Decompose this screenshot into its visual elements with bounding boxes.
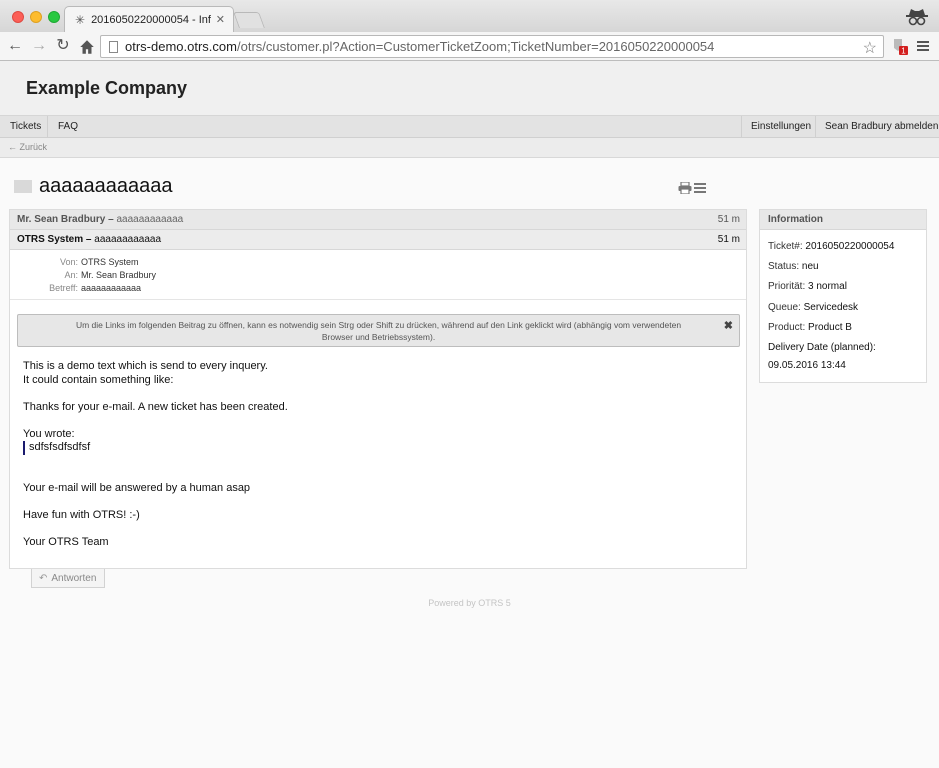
meta-from-value: OTRS System	[81, 257, 139, 267]
nav-divider	[815, 116, 816, 138]
body-line: Your OTRS Team	[23, 536, 109, 548]
browser-tab[interactable]: ✳ 2016050220000054 - Inf ✕	[64, 6, 234, 32]
notice-close-icon[interactable]: ✖	[724, 320, 733, 332]
browser-toolbar: ← → ↻ otrs-demo.otrs.com/otrs/customer.p…	[0, 32, 939, 61]
body-line: Have fun with OTRS! :-)	[23, 509, 140, 521]
body-line: You wrote:	[23, 427, 75, 440]
new-tab-button[interactable]	[233, 12, 265, 28]
powered-by-footer: Powered by OTRS 5	[428, 598, 511, 608]
body-line: Your e-mail will be answered by a human …	[23, 482, 251, 494]
main-navigation: Tickets FAQ Einstellungen Sean Bradbury …	[0, 115, 939, 138]
back-bar: ← Zurück	[0, 138, 939, 158]
nav-logout[interactable]: Sean Bradbury abmelden	[825, 116, 938, 138]
notice-text-line2: Browser und Betriebssystem).	[321, 332, 436, 342]
tab-close-icon[interactable]: ✕	[216, 13, 225, 26]
info-priority: Priorität: 3 normal	[768, 281, 847, 292]
reply-button[interactable]: ↶ Antworten	[31, 569, 105, 588]
company-name: Example Company	[26, 78, 188, 98]
browser-menu-icon[interactable]	[917, 40, 929, 52]
body-line: It could contain something like:	[23, 373, 174, 386]
notice-text-line1: Um die Links im folgenden Beitrag zu öff…	[75, 320, 682, 330]
page-header: Example Company	[0, 61, 939, 115]
otrs-favicon-icon: ✳	[75, 12, 86, 27]
maximize-window-button[interactable]	[48, 11, 60, 23]
meta-to-label: An:	[64, 270, 78, 280]
info-status: Status: neu	[768, 261, 819, 272]
ticket-state-indicator	[14, 180, 32, 193]
reload-icon[interactable]: ↻	[54, 37, 72, 55]
page-info-icon[interactable]	[109, 40, 118, 53]
body-line: This is a demo text which is send to eve…	[23, 360, 268, 372]
article-list-icon[interactable]	[694, 183, 706, 193]
extension-shield-icon[interactable]: 1	[892, 37, 908, 55]
nav-tickets[interactable]: Tickets	[10, 116, 41, 138]
articles-panel: Mr. Sean Bradbury – aaaaaaaaaaaa 51 m OT…	[9, 209, 747, 569]
tab-title: 2016050220000054 - Inf	[91, 13, 211, 26]
address-bar[interactable]: otrs-demo.otrs.com/otrs/customer.pl?Acti…	[100, 35, 884, 58]
article-subject: aaaaaaaaaaaa	[116, 214, 184, 225]
nav-faq[interactable]: FAQ	[58, 116, 78, 138]
meta-to-value: Mr. Sean Bradbury	[81, 270, 157, 280]
quoted-text: sdfsfsdfsdfsf	[23, 441, 90, 455]
meta-from-label: Von:	[59, 257, 78, 267]
article-row[interactable]: Mr. Sean Bradbury – aaaaaaaaaaaa 51 m	[10, 210, 746, 230]
url-text: otrs-demo.otrs.com/otrs/customer.pl?Acti…	[125, 39, 715, 54]
info-delivery-label: Delivery Date (planned):	[768, 342, 876, 353]
incognito-icon	[906, 9, 928, 26]
browser-titlebar: ✳ 2016050220000054 - Inf ✕	[0, 0, 939, 32]
ticket-information-panel: Information Ticket#: 2016050220000054 St…	[759, 209, 927, 383]
close-window-button[interactable]	[12, 11, 24, 23]
info-product: Product: Product B	[768, 322, 852, 333]
article-from: OTRS System – aaaaaaaaaaaa	[17, 234, 162, 245]
minimize-window-button[interactable]	[30, 11, 42, 23]
extension-badge: 1	[901, 47, 906, 56]
article-row-selected[interactable]: OTRS System – aaaaaaaaaaaa 51 m	[10, 230, 746, 250]
meta-subject-label: Betreff:	[49, 283, 78, 293]
nav-divider	[47, 116, 48, 138]
reply-arrow-icon: ↶	[39, 572, 48, 584]
ticket-title: aaaaaaaaaaaa	[39, 175, 173, 197]
link-notice: Um die Links im folgenden Beitrag zu öff…	[17, 314, 740, 347]
info-ticket-number: Ticket#: 2016050220000054	[768, 241, 895, 252]
forward-arrow-icon[interactable]: →	[30, 37, 48, 55]
home-icon[interactable]	[78, 38, 96, 56]
article-meta: Von: OTRS System An: Mr. Sean Bradbury B…	[10, 251, 746, 300]
article-from: Mr. Sean Bradbury – aaaaaaaaaaaa	[17, 214, 184, 225]
page-content: Example Company Tickets FAQ Einstellunge…	[0, 61, 939, 768]
back-link[interactable]: ← Zurück	[8, 142, 47, 152]
body-line: Thanks for your e-mail. A new ticket has…	[23, 400, 288, 413]
nav-settings[interactable]: Einstellungen	[751, 116, 811, 138]
article-age: 51 m	[717, 214, 740, 225]
back-arrow-icon[interactable]: ←	[6, 37, 24, 55]
info-delivery-value: 09.05.2016 13:44	[768, 360, 846, 371]
article-age: 51 m	[717, 234, 740, 245]
meta-subject-value: aaaaaaaaaaaa	[81, 283, 142, 293]
reply-label: Antworten	[51, 572, 97, 584]
print-icon[interactable]	[678, 182, 692, 194]
article-subject: aaaaaaaaaaaa	[94, 234, 162, 245]
nav-divider	[741, 116, 742, 138]
bookmark-star-icon[interactable]: ☆	[863, 38, 877, 58]
info-heading: Information	[760, 210, 926, 230]
info-queue: Queue: Servicedesk	[768, 302, 859, 313]
